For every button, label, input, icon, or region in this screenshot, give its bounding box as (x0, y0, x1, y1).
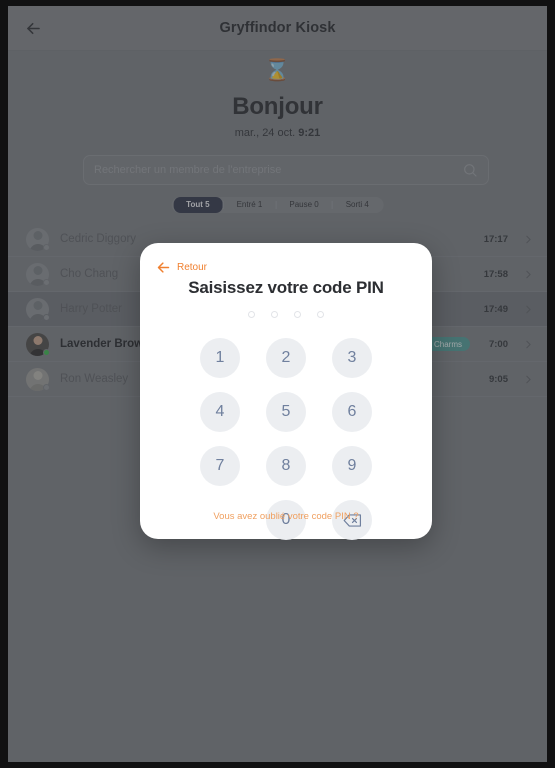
modal-back-button[interactable]: Retour (156, 260, 207, 275)
pin-dots (140, 311, 432, 318)
device-frame: Gryffindor Kiosk ⌛ Bonjour mar., 24 oct.… (0, 0, 555, 768)
modal-title: Saisissez votre code PIN (188, 278, 384, 297)
key-5[interactable]: 5 (266, 392, 306, 432)
key-2[interactable]: 2 (266, 338, 306, 378)
key-4[interactable]: 4 (200, 392, 240, 432)
key-3[interactable]: 3 (332, 338, 372, 378)
key-1[interactable]: 1 (200, 338, 240, 378)
key-7[interactable]: 7 (200, 446, 240, 486)
key-8[interactable]: 8 (266, 446, 306, 486)
pin-dot (294, 311, 301, 318)
screen: Gryffindor Kiosk ⌛ Bonjour mar., 24 oct.… (8, 6, 547, 762)
pin-modal: Retour Saisissez votre code PIN 1 2 3 4 … (140, 243, 432, 540)
pin-dot (317, 311, 324, 318)
modal-back-label: Retour (177, 262, 208, 273)
pin-dot (248, 311, 255, 318)
pin-dot (271, 311, 278, 318)
key-9[interactable]: 9 (332, 446, 372, 486)
arrow-left-icon (157, 262, 170, 273)
key-6[interactable]: 6 (332, 392, 372, 432)
pin-keypad: 1 2 3 4 5 6 7 8 9 0 (140, 338, 432, 540)
forgot-pin-link[interactable]: Vous avez oublié votre code PIN ? (140, 511, 432, 522)
